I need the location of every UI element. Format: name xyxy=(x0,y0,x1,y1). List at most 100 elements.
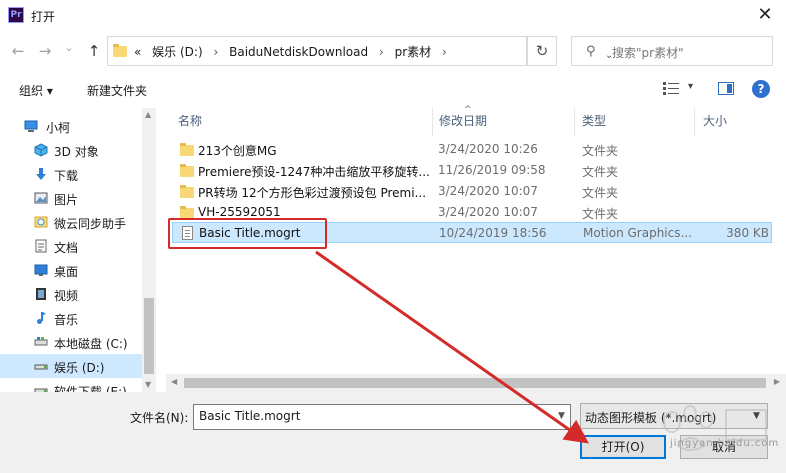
download-icon xyxy=(36,168,46,180)
dialog-title: 打开 xyxy=(31,10,56,24)
up-arrow-icon[interactable]: ↑ xyxy=(84,41,104,61)
breadcrumb-item[interactable]: pr素材 xyxy=(395,45,432,59)
sidebar-item-label: 软件下载 (E:) xyxy=(54,385,127,392)
baidu-jingyan-watermark-logo xyxy=(663,405,767,451)
file-size: 380 KB xyxy=(726,226,769,240)
breadcrumb-item[interactable]: 娱乐 (D:) xyxy=(152,45,202,59)
breadcrumb-separator-icon[interactable]: › xyxy=(379,45,384,59)
scroll-right-icon[interactable]: ▶ xyxy=(774,377,780,386)
file-name: Premiere预设-1247种冲击缩放平移旋转... xyxy=(198,165,430,179)
file-date: 10/24/2019 18:56 xyxy=(439,226,547,240)
file-type: Motion Graphics... xyxy=(583,226,692,240)
folder-icon xyxy=(113,44,127,57)
column-header-date[interactable]: 修改日期 xyxy=(439,112,487,129)
sidebar-item-label: 3D 对象 xyxy=(54,145,99,159)
file-date: 3/24/2020 10:07 xyxy=(438,184,538,198)
search-input[interactable]: 搜索"pr素材" xyxy=(612,44,684,61)
sidebar-item-videos[interactable]: 视频 xyxy=(0,282,142,306)
breadcrumb-overflow[interactable]: « xyxy=(134,45,141,59)
horizontal-scrollbar[interactable]: ◀ ▶ xyxy=(166,374,786,392)
sidebar-item-desktop[interactable]: 桌面 xyxy=(0,258,142,282)
sidebar-item-documents[interactable]: 文档 xyxy=(0,234,142,258)
annotation-highlight-box xyxy=(168,218,327,249)
folder-icon xyxy=(180,185,194,198)
sidebar-item-label: 下载 xyxy=(54,169,79,183)
scroll-up-icon[interactable]: ▲ xyxy=(145,110,151,119)
organize-button[interactable]: 组织 ▾ xyxy=(19,82,53,99)
filename-field[interactable]: Basic Title.mogrt xyxy=(193,404,571,430)
filename-label: 文件名(N): xyxy=(130,411,189,425)
scrollbar-thumb[interactable] xyxy=(184,378,766,388)
help-icon[interactable]: ? xyxy=(752,80,770,98)
watermark-text: jingyan.baidu.com xyxy=(670,438,780,449)
folder-icon xyxy=(180,143,194,156)
sidebar-item-label: 文档 xyxy=(54,241,79,255)
sidebar-item-drive-e[interactable]: 软件下载 (E:) xyxy=(0,378,142,392)
file-type: 文件夹 xyxy=(582,165,619,179)
sidebar-item-drive-d[interactable]: 娱乐 (D:) xyxy=(0,354,142,378)
file-list: ^ 名称 修改日期 类型 大小 213个创意MG 3/24/2020 10:26… xyxy=(166,105,786,392)
column-header-size[interactable]: 大小 xyxy=(703,112,727,129)
sidebar-item-pictures[interactable]: 图片 xyxy=(0,186,142,210)
videos-icon xyxy=(36,288,46,300)
sidebar-item-drive-c[interactable]: 本地磁盘 (C:) xyxy=(0,330,142,354)
search-icon: ⚲ xyxy=(586,44,596,59)
sidebar-item-downloads[interactable]: 下载 xyxy=(0,162,142,186)
view-options-icon[interactable] xyxy=(662,81,680,95)
sidebar-item-label: 微云同步助手 xyxy=(54,217,127,231)
filename-history-chevron-icon[interactable]: ▼ xyxy=(558,411,565,421)
sidebar-item-label: 小柯 xyxy=(46,121,71,135)
drive-icon xyxy=(34,388,48,392)
pictures-icon xyxy=(34,192,48,204)
table-row[interactable]: PR转场 12个方形色彩过渡预设包 Premi... 3/24/2020 10:… xyxy=(172,181,772,202)
sidebar-item-music[interactable]: 音乐 xyxy=(0,306,142,330)
refresh-icon[interactable]: ↻ xyxy=(527,36,557,66)
breadcrumb-separator-icon[interactable]: › xyxy=(442,45,447,59)
title-bar: Pr 打开 ✕ xyxy=(0,0,786,31)
table-row[interactable]: 213个创意MG 3/24/2020 10:26 文件夹 xyxy=(172,139,772,160)
scroll-left-icon[interactable]: ◀ xyxy=(171,377,177,386)
sidebar-scrollbar[interactable]: ▲ ▼ xyxy=(142,108,156,392)
forward-arrow-icon[interactable]: → xyxy=(35,41,55,61)
navigation-pane: 小柯 3D 对象 下载 图片 微云同步助手 文档 桌面 视频 音乐 本地磁盘 (… xyxy=(0,108,156,392)
column-divider[interactable] xyxy=(432,108,433,136)
sidebar-item-label: 图片 xyxy=(54,193,79,207)
sidebar-item-weiyun-sync[interactable]: 微云同步助手 xyxy=(0,210,142,234)
file-type: 文件夹 xyxy=(582,144,619,158)
sidebar-item-label: 视频 xyxy=(54,289,79,303)
music-icon xyxy=(37,312,46,324)
file-date: 11/26/2019 09:58 xyxy=(438,163,546,177)
back-arrow-icon[interactable]: ← xyxy=(8,41,28,61)
recent-locations-chevron-icon[interactable]: ⌄ xyxy=(59,38,79,58)
file-type: 文件夹 xyxy=(582,186,619,200)
drive-icon xyxy=(34,337,48,346)
scrollbar-thumb[interactable] xyxy=(144,298,154,374)
address-bar[interactable]: « 娱乐 (D:) › BaiduNetdiskDownload › pr素材 … xyxy=(107,36,613,66)
new-folder-button[interactable]: 新建文件夹 xyxy=(87,82,147,99)
sidebar-item-label: 本地磁盘 (C:) xyxy=(54,337,128,351)
column-divider[interactable] xyxy=(574,108,575,136)
documents-icon xyxy=(35,239,47,253)
sidebar-item-label: 音乐 xyxy=(54,313,79,327)
file-name: PR转场 12个方形色彩过渡预设包 Premi... xyxy=(198,186,427,200)
search-box[interactable]: ⚲ 搜索"pr素材" xyxy=(571,36,773,66)
close-icon[interactable]: ✕ xyxy=(750,3,780,27)
sidebar-item-this-pc[interactable]: 小柯 xyxy=(0,114,142,138)
view-dropdown-chevron-icon[interactable]: ▾ xyxy=(688,81,693,92)
scroll-down-icon[interactable]: ▼ xyxy=(145,380,151,389)
breadcrumb: « 娱乐 (D:) › BaiduNetdiskDownload › pr素材 … xyxy=(134,43,454,60)
column-divider[interactable] xyxy=(694,108,695,136)
sidebar-item-label: 娱乐 (D:) xyxy=(54,361,105,375)
column-header-name[interactable]: 名称 xyxy=(178,112,202,129)
file-name: VH-25592051 xyxy=(198,205,281,219)
drive-icon xyxy=(34,364,48,370)
folder-icon xyxy=(180,164,194,177)
breadcrumb-separator-icon[interactable]: › xyxy=(213,45,218,59)
preview-pane-icon[interactable] xyxy=(718,82,734,95)
table-row[interactable]: Premiere预设-1247种冲击缩放平移旋转... 11/26/2019 0… xyxy=(172,160,772,181)
column-header-type[interactable]: 类型 xyxy=(582,112,606,129)
desktop-icon xyxy=(34,264,48,276)
sidebar-item-3d-objects[interactable]: 3D 对象 xyxy=(0,138,142,162)
breadcrumb-item[interactable]: BaiduNetdiskDownload xyxy=(229,45,368,59)
sidebar-item-label: 桌面 xyxy=(54,265,79,279)
